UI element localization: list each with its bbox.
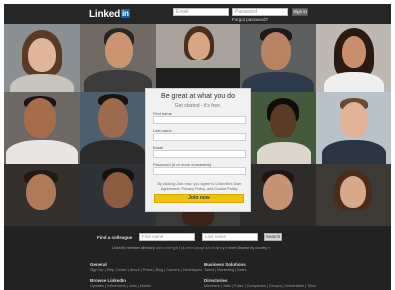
footer-general-links[interactable]: Sign Up | Help Center | About | Press | … xyxy=(90,268,202,272)
directory-letters[interactable]: a b c d e f g h i j k l m n o p q r s t … xyxy=(157,246,237,250)
signin-password-field[interactable]: Password xyxy=(232,8,288,16)
join-now-button[interactable]: Join now xyxy=(154,194,244,203)
terms-text: By clicking Join now, you agree to Linke… xyxy=(157,182,242,191)
footer-browse-links[interactable]: Updates | Influencers | Jobs | Mobile xyxy=(90,284,151,288)
search-button[interactable]: Search xyxy=(264,233,282,241)
footer-directories-links[interactable]: Members | Jobs | Pulse | Companies | Gro… xyxy=(204,284,316,288)
signup-card: Be great at what you do Get started - it… xyxy=(145,88,251,212)
signin-button[interactable]: Sign in xyxy=(292,8,308,16)
member-photo xyxy=(4,24,80,92)
member-photo xyxy=(4,92,80,164)
find-colleague-section: Find a colleague First name Last name Se… xyxy=(4,226,391,290)
footer-general-title: General xyxy=(90,262,107,267)
browse-by-country-link[interactable]: Browse by country » xyxy=(237,246,270,250)
member-photo-grid: Be great at what you do Get started - it… xyxy=(4,24,391,226)
signup-subtitle: Get started - it's free. xyxy=(174,103,222,109)
find-first-name-input[interactable]: First name xyxy=(139,233,195,241)
last-name-field[interactable] xyxy=(153,133,246,141)
member-photo xyxy=(240,164,316,226)
find-last-name-input[interactable]: Last name xyxy=(202,233,258,241)
member-photo xyxy=(316,164,391,226)
footer-business-title: Business Solutions xyxy=(204,262,246,267)
signin-email-field[interactable]: Email xyxy=(173,8,229,16)
member-photo xyxy=(251,92,316,164)
email-field[interactable] xyxy=(153,150,246,158)
find-colleague-label: Find a colleague xyxy=(97,235,133,240)
forgot-password-link[interactable]: Forgot password? xyxy=(232,17,268,22)
first-name-field[interactable] xyxy=(153,116,246,124)
linkedin-homepage: Linked in Email Password Sign in Forgot p… xyxy=(4,4,391,290)
footer-directories-title: Directories xyxy=(204,278,228,283)
member-photo xyxy=(4,164,80,226)
logo-text: Linked xyxy=(89,9,121,20)
signup-title: Be great at what you do xyxy=(161,93,235,100)
member-photo xyxy=(316,24,391,92)
directory-prefix: LinkedIn member directory: xyxy=(112,246,156,250)
logo-in-badge: in xyxy=(121,9,130,18)
member-photo xyxy=(316,92,391,164)
member-photo xyxy=(80,24,156,92)
footer-business-links[interactable]: Talent | Marketing | Sales xyxy=(204,268,247,272)
top-header: Linked in Email Password Sign in Forgot p… xyxy=(4,4,391,24)
member-photo xyxy=(240,24,316,92)
member-directory-line: LinkedIn member directory: a b c d e f g… xyxy=(112,246,270,250)
password-field[interactable] xyxy=(153,167,246,175)
member-photo xyxy=(80,92,145,164)
linkedin-logo[interactable]: Linked in xyxy=(89,9,130,20)
footer-browse-title: Browse LinkedIn xyxy=(90,278,127,283)
member-photo xyxy=(156,24,240,68)
